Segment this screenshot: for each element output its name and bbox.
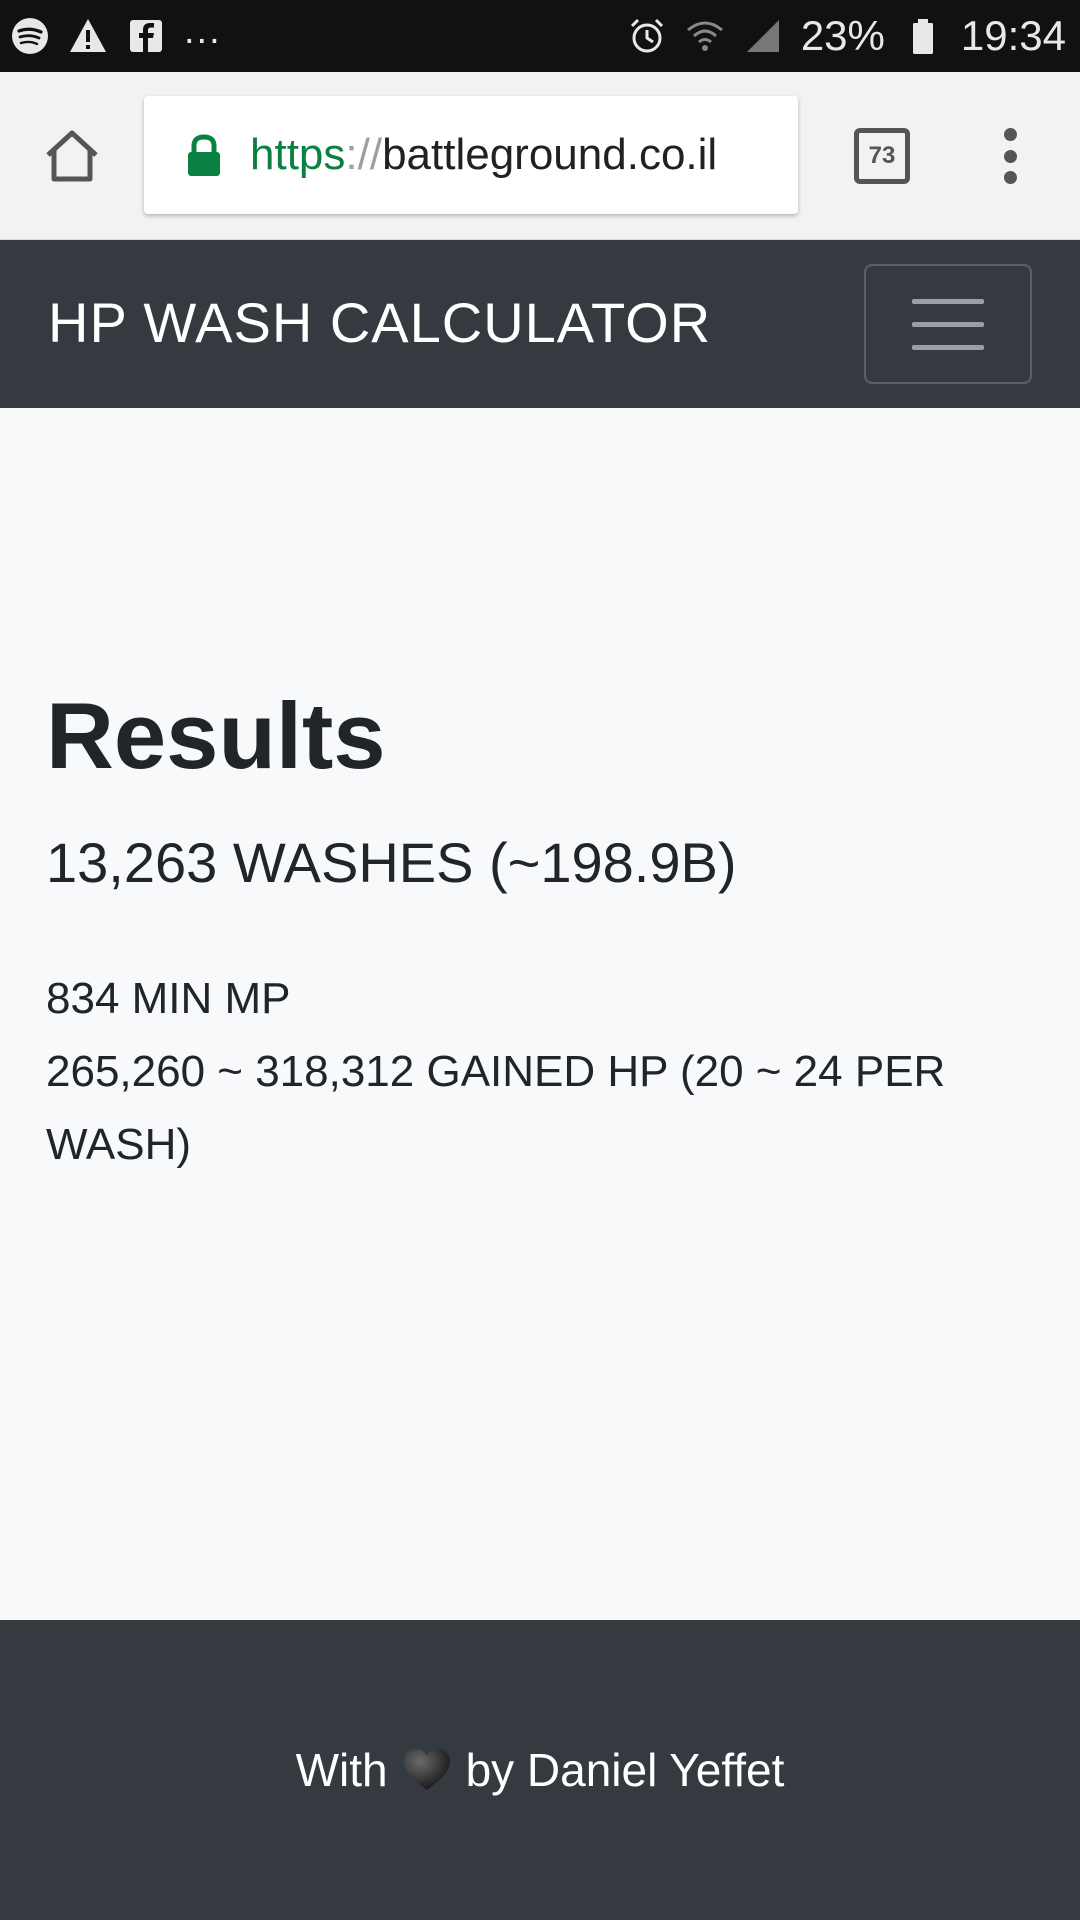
status-bar: ... 23% 19:34 bbox=[0, 0, 1080, 72]
footer-text-before: With bbox=[295, 1744, 388, 1796]
status-right-group: 23% 19:34 bbox=[627, 12, 1066, 60]
navbar-brand[interactable]: HP WASH CALCULATOR bbox=[48, 290, 711, 355]
status-more-indicator: ... bbox=[184, 9, 222, 52]
browser-toolbar: https://battleground.co.il 73 bbox=[0, 72, 1080, 240]
hamburger-icon bbox=[912, 298, 984, 304]
hamburger-bar bbox=[912, 321, 984, 327]
menu-dot bbox=[1003, 149, 1017, 163]
site-navbar: HP WASH CALCULATOR bbox=[0, 240, 1080, 408]
lock-icon bbox=[188, 134, 220, 176]
url-separator: :// bbox=[345, 130, 383, 179]
battery-percent: 23% bbox=[800, 12, 885, 59]
home-icon bbox=[46, 130, 98, 182]
tab-switcher-button[interactable]: 73 bbox=[854, 128, 910, 184]
main-content: Results 13,263 WASHES (~198.9B) 834 MIN … bbox=[0, 408, 1080, 1620]
address-bar[interactable]: https://battleground.co.il bbox=[144, 96, 798, 214]
facebook-icon bbox=[126, 16, 166, 56]
warning-icon bbox=[68, 16, 108, 56]
navbar-toggle-button[interactable] bbox=[864, 264, 1032, 384]
status-left-group: ... bbox=[10, 10, 222, 56]
spotify-icon bbox=[10, 16, 50, 56]
results-title: Results bbox=[46, 683, 386, 788]
menu-dot bbox=[1003, 171, 1017, 184]
url-text: https://battleground.co.il bbox=[250, 130, 717, 180]
results-details: 834 MIN MP 265,260 ~ 318,312 GAINED HP (… bbox=[46, 962, 1026, 1181]
overflow-menu-button[interactable] bbox=[990, 128, 1030, 184]
heart-icon bbox=[403, 1749, 450, 1790]
url-host: battleground.co.il bbox=[382, 130, 718, 179]
overflow-menu-icon bbox=[1003, 128, 1017, 141]
signal-icon bbox=[743, 16, 783, 56]
alarm-icon bbox=[627, 16, 667, 56]
clock: 19:34 bbox=[960, 12, 1066, 59]
footer-credit: With by Daniel Yeffet bbox=[296, 1743, 785, 1797]
min-mp-text: 834 MIN MP bbox=[46, 974, 291, 1023]
url-scheme: https bbox=[250, 130, 346, 179]
results-summary: 13,263 WASHES (~198.9B) bbox=[46, 831, 737, 894]
gained-hp-text: 265,260 ~ 318,312 GAINED HP (20 ~ 24 PER… bbox=[46, 1047, 946, 1169]
tab-count: 73 bbox=[868, 142, 896, 169]
hamburger-bar bbox=[912, 344, 984, 350]
footer: With by Daniel Yeffet bbox=[0, 1620, 1080, 1920]
home-button[interactable] bbox=[38, 124, 106, 188]
battery-icon bbox=[903, 16, 943, 56]
footer-text-after: by Daniel Yeffet bbox=[465, 1744, 785, 1796]
wifi-icon bbox=[685, 16, 725, 56]
